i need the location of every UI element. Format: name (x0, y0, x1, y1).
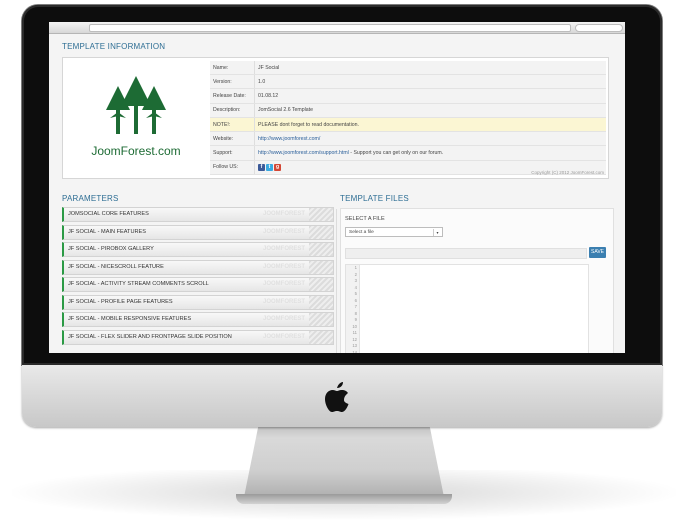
note-value: PLEASE dont forget to read documentation… (254, 117, 606, 133)
parameter-label: JF SOCIAL - PROFILE PAGE FEATURES (68, 298, 173, 305)
screen: TEMPLATE INFORMATION JoomForest.com Name… (49, 22, 625, 353)
support-link[interactable]: http://www.joomforest.com/support.html (258, 150, 349, 156)
parameter-item[interactable]: JF SOCIAL - PROFILE PAGE FEATURES JoomFor… (62, 294, 334, 310)
info-key: NOTE!: (210, 117, 255, 133)
apple-logo-icon (325, 382, 349, 412)
parameter-label: JF SOCIAL - ACTIVITY STREAM COMMENTS SCR… (68, 281, 209, 287)
watermark-text: JoomForest (262, 211, 305, 217)
version-value: 1.0 (254, 74, 606, 90)
file-path-field[interactable] (345, 248, 587, 259)
parameter-item[interactable]: JOMSOCIAL CORE FEATURES JoomForest (62, 207, 334, 222)
watermark-text: JoomForest (262, 316, 305, 322)
note-row: NOTE!: PLEASE dont forget to read docume… (210, 117, 606, 133)
monitor-stand (243, 422, 445, 502)
monitor-stand-foot (236, 494, 452, 504)
template-files-panel: SELECT A FILE Select a file ▾ SAVE 1 2 3… (340, 208, 614, 353)
info-value: JF Social (254, 61, 606, 76)
watermark-text: JoomForest (262, 228, 305, 235)
info-row: Description: JomSocial 2.6 Template (210, 103, 606, 118)
info-key: Follow US: (210, 160, 255, 176)
joomforest-logo: JoomForest.com (63, 58, 209, 178)
parameter-item[interactable]: JF SOCIAL - PIROBOX GALLERY JoomForest (62, 242, 334, 257)
info-key: Name: (210, 61, 255, 76)
browser-toolbar (49, 22, 625, 34)
parameter-label: JF SOCIAL - MOBILE RESPONSIVE FEATURES (68, 316, 192, 322)
parameters-list: JOMSOCIAL CORE FEATURES JoomForest JF SOC… (62, 207, 334, 347)
parameter-label: JF SOCIAL - FLEX SLIDER AND FRONTPAGE SL… (68, 333, 232, 340)
watermark-text: JoomForest (262, 263, 305, 270)
admin-page: TEMPLATE INFORMATION JoomForest.com Name… (49, 34, 625, 353)
facebook-icon[interactable]: f (258, 163, 265, 171)
param-stripes (309, 295, 333, 309)
file-select-value: Select a file (349, 230, 374, 235)
copyright-text: Copyright (C) 2012 JoomForest.com (531, 170, 604, 175)
support-note: - Support you can get only on our forum. (348, 150, 444, 157)
save-button[interactable]: SAVE (589, 247, 606, 258)
info-row: Version: 1.0 (210, 74, 606, 90)
template-info-panel: JoomForest.com Name: JF Social Version: … (62, 57, 609, 179)
info-row: Website: http://www.joomforest.com/ (210, 131, 606, 147)
param-stripes (309, 208, 333, 221)
select-file-label: SELECT A FILE (345, 216, 385, 222)
watermark-text: JoomForest (262, 281, 305, 287)
info-key: Description: (210, 103, 255, 118)
code-editor[interactable]: 1 2 3 4 5 6 7 8 9 10 11 12 13 14 (345, 264, 589, 353)
parameter-label: JF SOCIAL - NICESCROLL FEATURE (68, 263, 164, 270)
tree-logo-icon (106, 76, 166, 134)
brand-name: JoomForest.com (91, 144, 181, 158)
chevron-down-icon: ▾ (433, 229, 441, 236)
info-value: JomSocial 2.6 Template (254, 103, 606, 118)
param-stripes (309, 313, 333, 326)
parameter-label: JOMSOCIAL CORE FEATURES (68, 211, 149, 217)
parameter-label: JF SOCIAL - PIROBOX GALLERY (68, 246, 154, 252)
info-row: Support: http://www.joomforest.com/suppo… (210, 145, 606, 161)
website-link[interactable]: http://www.joomforest.com/ (258, 136, 320, 142)
param-stripes (309, 225, 333, 239)
parameter-item[interactable]: JF SOCIAL - MOBILE RESPONSIVE FEATURES Jo… (62, 312, 334, 327)
parameters-title: PARAMETERS (62, 194, 119, 203)
info-key: Release Date: (210, 88, 255, 104)
browser-search-field[interactable] (575, 24, 623, 32)
parameter-item[interactable]: JF SOCIAL - FLEX SLIDER AND FRONTPAGE SL… (62, 329, 334, 345)
template-information-title: TEMPLATE INFORMATION (62, 42, 166, 51)
info-row: Release Date: 01.08.12 (210, 88, 606, 104)
template-info-table: Name: JF Social Version: 1.0 Release Dat… (210, 61, 606, 176)
info-key: Version: (210, 74, 255, 90)
param-stripes (309, 243, 333, 256)
google-plus-icon[interactable]: g (274, 163, 281, 171)
template-files-title: TEMPLATE FILES (340, 194, 409, 203)
parameter-label: JF SOCIAL - MAIN FEATURES (68, 228, 147, 235)
column-divider (336, 209, 337, 353)
info-row: Name: JF Social (210, 61, 606, 76)
line-number: 14 (352, 349, 357, 354)
watermark-text: JoomForest (262, 333, 305, 340)
param-stripes (309, 260, 333, 274)
info-key: Website: (210, 131, 255, 147)
watermark-text: JoomForest (262, 246, 305, 252)
param-stripes (309, 330, 333, 344)
twitter-icon[interactable]: t (266, 163, 273, 171)
address-bar[interactable] (89, 24, 571, 32)
param-stripes (309, 278, 333, 291)
info-value: 01.08.12 (254, 88, 606, 104)
parameter-item[interactable]: JF SOCIAL - ACTIVITY STREAM COMMENTS SCR… (62, 277, 334, 292)
info-key: Support: (210, 145, 255, 161)
line-number-gutter: 1 2 3 4 5 6 7 8 9 10 11 12 13 14 (346, 265, 360, 353)
parameter-item[interactable]: JF SOCIAL - NICESCROLL FEATURE JoomForest (62, 259, 334, 275)
file-select[interactable]: Select a file ▾ (345, 227, 443, 237)
parameter-item[interactable]: JF SOCIAL - MAIN FEATURES JoomForest (62, 224, 334, 240)
watermark-text: JoomForest (262, 298, 305, 305)
